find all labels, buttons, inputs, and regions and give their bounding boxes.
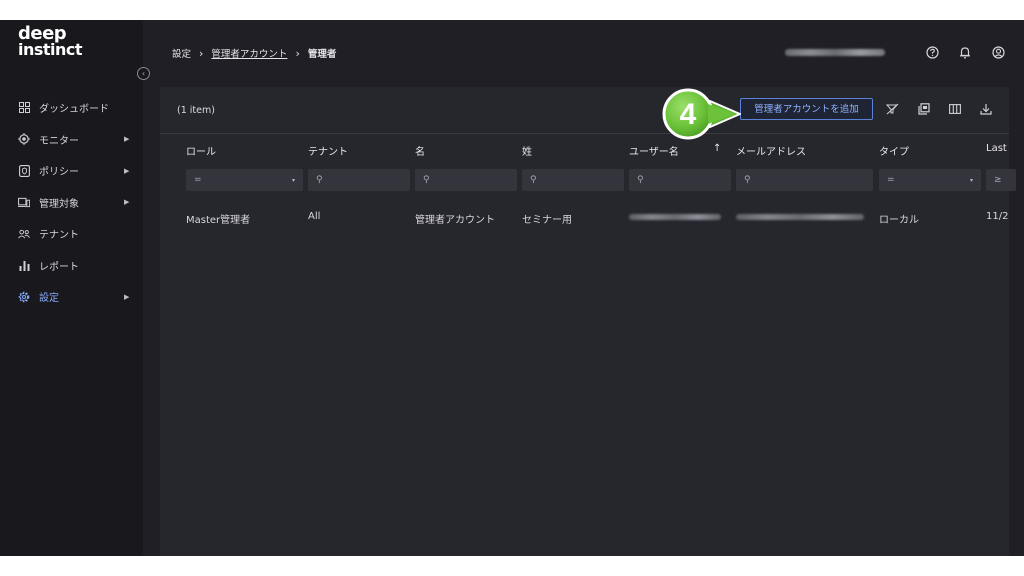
sidebar-item-devices[interactable]: 管理対象 ▶ (0, 187, 143, 219)
clear-filter-icon[interactable] (885, 102, 899, 116)
sidebar-item-label: テナント (39, 230, 79, 242)
devices-icon (18, 196, 30, 208)
equals-operator: = (887, 175, 895, 185)
chevron-right-icon: ▶ (124, 198, 130, 207)
breadcrumb-root[interactable]: 設定 (172, 46, 191, 60)
filter-search-icon: ⚲ (530, 175, 537, 185)
sidebar-item-monitor[interactable]: モニター ▶ (0, 124, 143, 156)
sidebar-item-label: レポート (39, 261, 79, 273)
help-icon[interactable] (924, 44, 940, 60)
cell-username-redacted (629, 214, 721, 220)
settings-gear-icon (18, 291, 30, 303)
header-actions (785, 44, 1006, 60)
breadcrumb: 設定 › 管理者アカウント › 管理者 (172, 46, 337, 61)
sidebar-item-label: 管理対象 (39, 198, 79, 210)
cell-last-name: セミナー用 (522, 215, 572, 226)
step-callout-badge: 4 (662, 88, 741, 140)
add-admin-account-button[interactable]: 管理者アカウントを追加 (740, 98, 873, 120)
column-header-role[interactable]: ロール (186, 143, 216, 158)
item-count: (1 item) (177, 105, 215, 116)
admin-table-panel: (1 item) 管理者アカウントを追加 ロール テナント 名 姓 ユーザー名 … (160, 87, 1016, 556)
dashboard-icon (18, 102, 30, 114)
column-header-tenant[interactable]: テナント (308, 143, 348, 158)
filter-search-icon: ⚲ (423, 175, 430, 185)
chevron-down-icon: ▾ (291, 176, 295, 184)
greater-equal-operator: ≥ (994, 175, 1002, 185)
table-toolbar: (1 item) 管理者アカウントを追加 (160, 87, 1009, 134)
policy-icon (18, 164, 30, 177)
user-email-redacted (785, 48, 885, 56)
deep-instinct-logo[interactable]: deep instinct (18, 25, 98, 59)
chevron-down-icon: ▾ (969, 176, 973, 184)
filter-search-icon: ⚲ (744, 175, 751, 185)
download-icon[interactable] (979, 102, 993, 116)
sidebar-item-label: 設定 (39, 293, 59, 305)
breadcrumb-current: 管理者 (307, 49, 337, 60)
sidebar-item-settings[interactable]: 設定 ▶ (0, 281, 143, 313)
report-icon (18, 259, 30, 271)
columns-icon[interactable] (948, 102, 962, 116)
monitor-icon (18, 133, 30, 146)
column-header-username[interactable]: ユーザー名 (629, 143, 679, 158)
sidebar-item-label: モニター (39, 135, 79, 147)
sidebar-nav: ダッシュボード モニター ▶ ポリシー ▶ 管理対象 ▶ テナント レポート 設… (0, 92, 143, 313)
cell-role: Master管理者 (186, 215, 251, 226)
account-icon[interactable] (990, 44, 1006, 60)
equals-operator: = (194, 175, 202, 185)
cell-last: 11/2 (986, 211, 1009, 222)
cell-first-name: 管理者アカウント (415, 215, 495, 226)
sidebar-item-label: ダッシュボード (39, 104, 109, 116)
sidebar-item-tenant[interactable]: テナント (0, 218, 143, 250)
sidebar-item-report[interactable]: レポート (0, 250, 143, 282)
sidebar-item-label: ポリシー (39, 167, 79, 179)
filter-search-icon: ⚲ (316, 175, 323, 185)
chevron-right-icon: ▶ (124, 166, 130, 175)
main-content: 設定 › 管理者アカウント › 管理者 (1 item) 管理者アカウントを追加 (143, 20, 1024, 556)
column-header-last-name[interactable]: 姓 (522, 143, 532, 158)
username-filter-input[interactable]: ⚲ (629, 169, 731, 191)
copy-icon[interactable] (917, 102, 931, 116)
breadcrumb-separator: › (199, 46, 204, 60)
cell-tenant: All (308, 211, 321, 222)
type-filter-select[interactable]: = ▾ (879, 169, 981, 191)
tenant-filter-input[interactable]: ⚲ (308, 169, 410, 191)
sidebar-item-dashboard[interactable]: ダッシュボード (0, 92, 143, 124)
column-header-first-name[interactable]: 名 (415, 143, 425, 158)
breadcrumb-separator: › (295, 46, 300, 60)
role-filter-select[interactable]: = ▾ (186, 169, 303, 191)
first-name-filter-input[interactable]: ⚲ (415, 169, 517, 191)
chevron-right-icon: ▶ (124, 292, 130, 301)
email-filter-input[interactable]: ⚲ (736, 169, 873, 191)
bell-icon[interactable] (957, 44, 973, 60)
chevron-right-icon: ▶ (124, 135, 130, 144)
cell-type: ローカル (879, 215, 919, 226)
column-header-last[interactable]: Last (986, 143, 1007, 154)
logo-line2: instinct (18, 40, 83, 59)
callout-number: 4 (680, 98, 697, 131)
column-header-email[interactable]: メールアドレス (736, 143, 806, 158)
column-header-type[interactable]: タイプ (879, 143, 909, 158)
app-window: deep instinct ダッシュボード モニター ▶ ポリシー ▶ 管理対象… (0, 20, 1024, 556)
sidebar: deep instinct ダッシュボード モニター ▶ ポリシー ▶ 管理対象… (0, 20, 143, 556)
sidebar-item-policy[interactable]: ポリシー ▶ (0, 155, 143, 187)
tenant-icon (18, 228, 30, 240)
breadcrumb-admin-accounts-link[interactable]: 管理者アカウント (211, 46, 287, 60)
cell-email-redacted (736, 214, 864, 220)
last-filter-select[interactable]: ≥ (986, 169, 1016, 191)
last-name-filter-input[interactable]: ⚲ (522, 169, 624, 191)
filter-search-icon: ⚲ (637, 175, 644, 185)
